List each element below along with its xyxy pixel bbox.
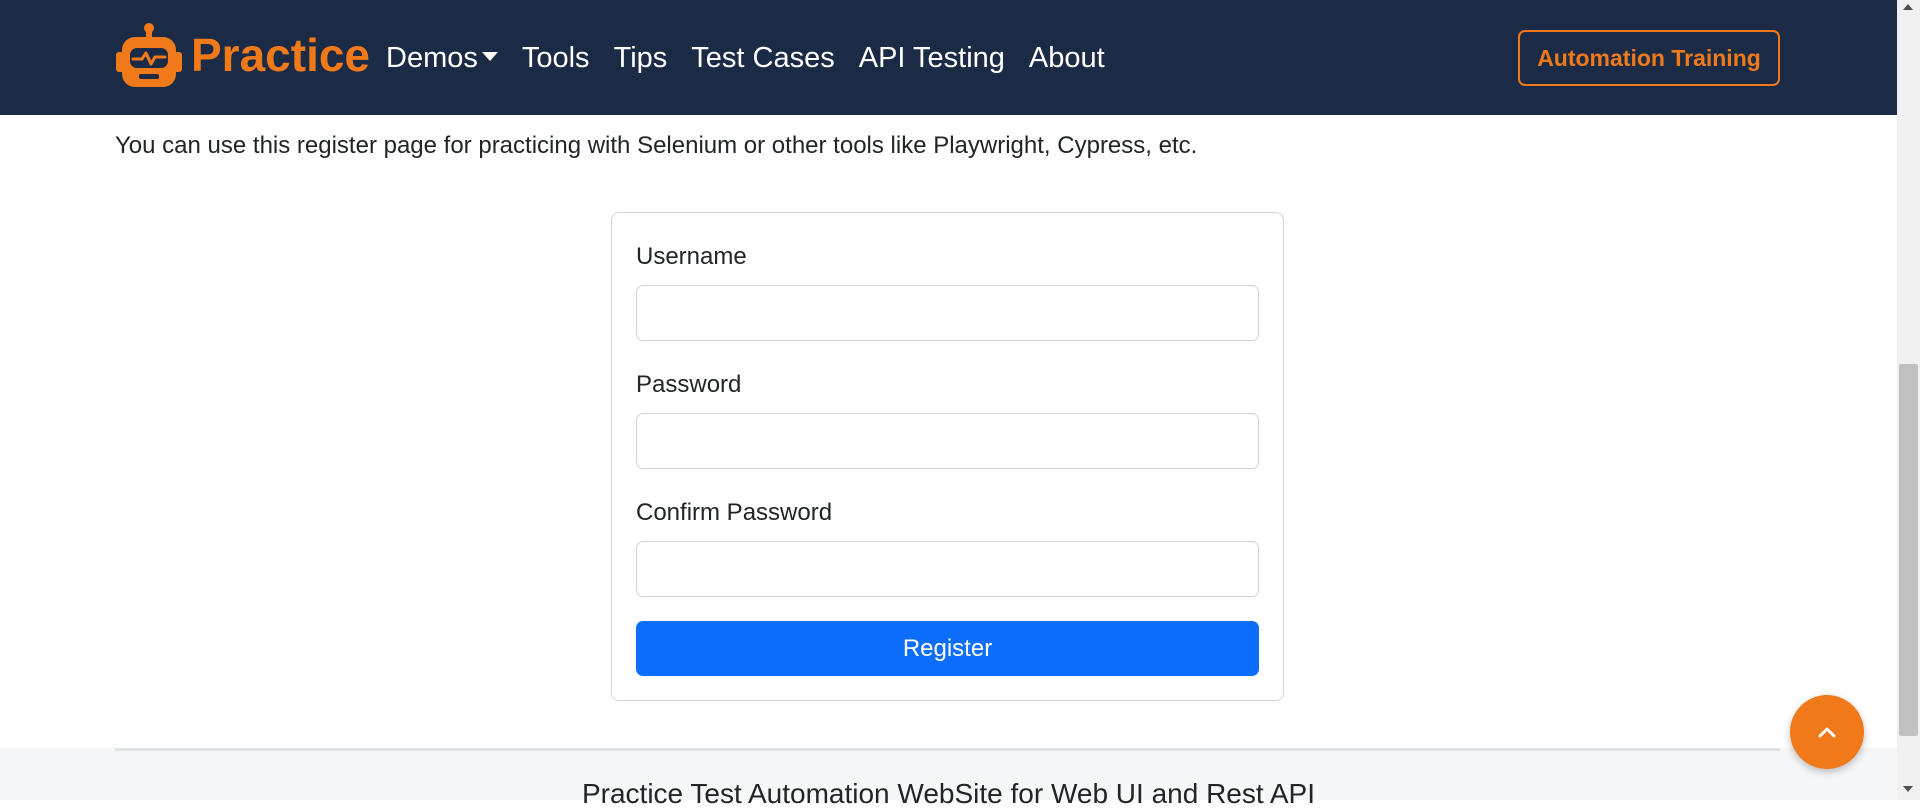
password-label: Password — [636, 371, 742, 398]
register-form: Username Password Confirm Password Regis… — [611, 212, 1284, 701]
confirm-password-input[interactable] — [636, 541, 1259, 597]
username-input[interactable] — [636, 285, 1259, 341]
nav-link-about[interactable]: About — [1029, 36, 1105, 80]
scroll-down-arrow-icon[interactable] — [1903, 786, 1913, 792]
footer: Practice Test Automation WebSite for Web… — [0, 748, 1897, 809]
scrollbar-thumb[interactable] — [1899, 364, 1918, 736]
brand-name: Practice — [191, 29, 371, 81]
footer-divider — [115, 748, 1780, 751]
caret-down-icon — [481, 51, 498, 61]
intro-text: You can use this register page for pract… — [115, 132, 1198, 159]
scroll-up-arrow-icon[interactable] — [1903, 4, 1913, 10]
nav-link-tips[interactable]: Tips — [614, 36, 668, 80]
nav-link-demos-label: Demos — [386, 42, 478, 74]
nav-link-tools[interactable]: Tools — [522, 36, 590, 80]
username-label: Username — [636, 243, 747, 270]
register-button[interactable]: Register — [636, 621, 1259, 676]
chevron-up-icon — [1818, 727, 1836, 738]
automation-training-button[interactable]: Automation Training — [1518, 30, 1780, 86]
nav-links: Demos Tools Tips Test Cases API Testing … — [386, 36, 1129, 80]
confirm-password-label: Confirm Password — [636, 499, 833, 526]
page-scrollbar[interactable] — [1897, 0, 1920, 800]
robot-logo-icon — [116, 23, 182, 87]
navbar: Practice Demos Tools Tips Test Cases API… — [0, 0, 1897, 115]
nav-link-api-testing[interactable]: API Testing — [859, 36, 1005, 80]
scroll-to-top-button[interactable] — [1790, 695, 1864, 769]
nav-link-test-cases[interactable]: Test Cases — [691, 36, 834, 80]
password-input[interactable] — [636, 413, 1259, 469]
brand-link[interactable]: Practice — [113, 22, 370, 88]
nav-link-demos[interactable]: Demos — [386, 36, 498, 80]
footer-title: Practice Test Automation WebSite for Web… — [581, 778, 1316, 809]
